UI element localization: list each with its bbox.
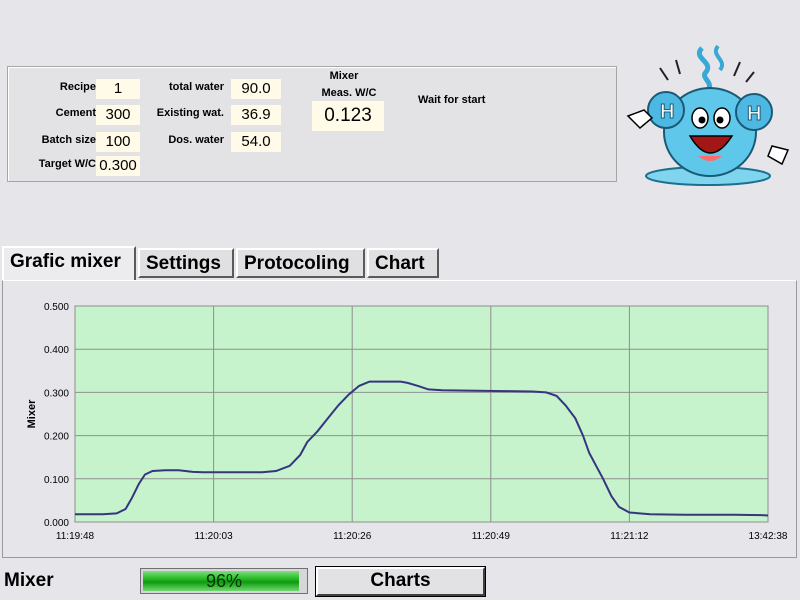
batch-size-value: 100: [96, 132, 140, 152]
mixer-progress-bar: 96%: [140, 568, 308, 594]
y-axis-label: Mixer: [26, 399, 38, 428]
existing-water-label: Existing wat.: [156, 107, 224, 119]
recipe-label: Recipe: [59, 81, 96, 93]
tab-grafic-mixer[interactable]: Grafic mixer: [2, 246, 136, 280]
existing-water-value: 36.9: [231, 105, 281, 125]
x-axis: 11:19:48 11:20:03 11:20:26 11:20:49 11:21:12…: [56, 531, 788, 542]
mixer-chart: 0.0000.1000.2000.3000.4000.500 11:19:48 1…: [26, 302, 788, 542]
cement-value: 300: [96, 105, 140, 125]
dos-water-label: Dos. water: [168, 134, 224, 146]
meas-wc-label: Meas. W/C: [321, 87, 377, 99]
y-tick-label: 0.100: [44, 475, 69, 486]
total-water-label: total water: [168, 81, 224, 93]
batch-size-label: Batch size: [41, 134, 96, 146]
mixer-label: Mixer: [329, 70, 359, 82]
meas-wc-value: 0.123: [312, 101, 384, 131]
y-tick-label: 0.400: [44, 345, 69, 356]
svg-text:H: H: [660, 101, 674, 123]
y-tick-label: 0.300: [44, 388, 69, 399]
recipe-value: 1: [96, 79, 140, 99]
dos-water-value: 54.0: [231, 132, 281, 152]
y-axis: 0.000 0.100 0.200 0.300 0.400 0.500: [44, 302, 69, 529]
status-text: Wait for start: [418, 94, 486, 106]
svg-text:H: H: [747, 103, 761, 125]
tab-protocoling[interactable]: Protocoling: [236, 248, 365, 278]
grafic-mixer-panel: 0.000 0.100 0.200 0.300 0.400 0.500 11:19:48 1…: [2, 280, 797, 558]
x-tick-label: 11:21:12: [610, 531, 649, 542]
plot-area: [74, 305, 769, 523]
progress-text: 96%: [205, 571, 243, 591]
charts-button[interactable]: Charts: [315, 566, 486, 597]
x-tick-label: 13:42:38: [749, 531, 788, 542]
total-water-value: 90.0: [231, 79, 281, 99]
x-tick-label: 11:20:49: [472, 531, 511, 542]
x-tick-label: 11:19:48: [56, 531, 95, 542]
x-tick-label: 11:20:03: [195, 531, 234, 542]
cement-label: Cement: [55, 107, 96, 119]
y-tick-label: 0.200: [44, 432, 69, 443]
y-tick-label: 0.000: [44, 518, 69, 529]
tab-chart[interactable]: Chart: [367, 248, 439, 278]
y-tick-label: 0.500: [44, 302, 69, 313]
info-panel: Recipe 1 Cement 300 Batch size 100 Targe…: [7, 66, 617, 182]
tab-settings[interactable]: Settings: [138, 248, 234, 278]
target-wc-label: Target W/C: [38, 158, 96, 170]
x-tick-label: 11:20:26: [333, 531, 372, 542]
mixer-label: Mixer: [4, 570, 54, 591]
water-drop-mascot-icon: H H: [622, 38, 792, 188]
target-wc-value: 0.300: [96, 156, 140, 176]
